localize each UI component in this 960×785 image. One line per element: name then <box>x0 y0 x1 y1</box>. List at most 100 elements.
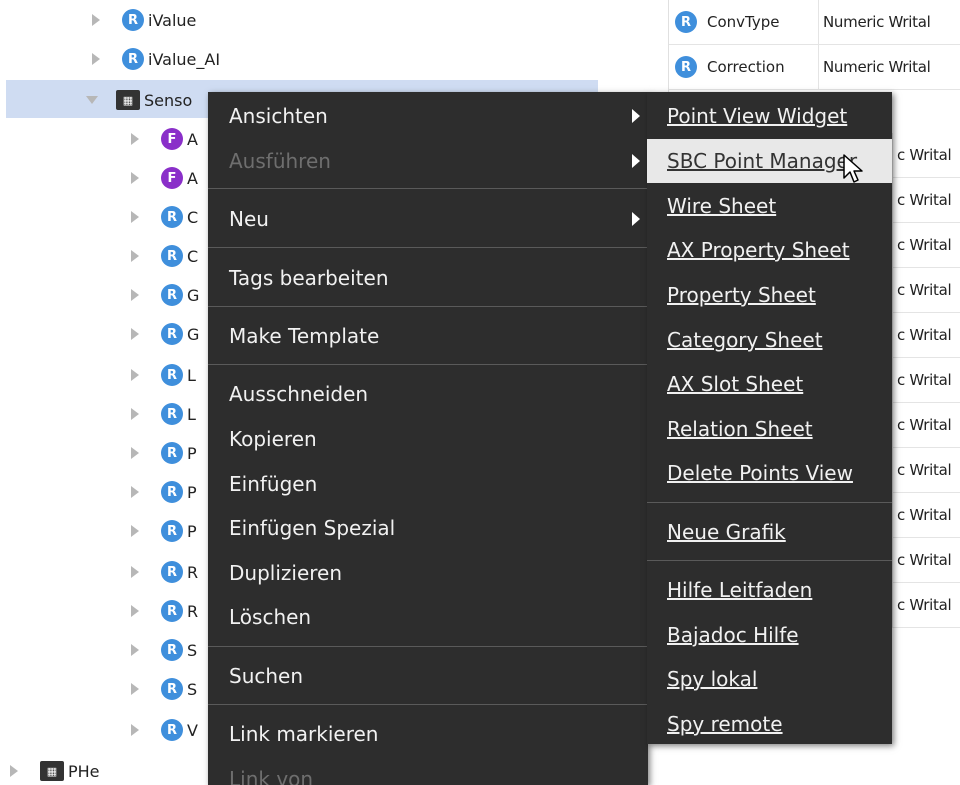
menu-item-relation-sheet[interactable]: Relation Sheet <box>647 407 892 451</box>
menu-item-link-von[interactable]: Link von <box>208 757 648 785</box>
menu-item-kopieren[interactable]: Kopieren <box>208 417 648 461</box>
expand-icon[interactable] <box>131 683 139 695</box>
property-type: c Writal <box>897 281 952 299</box>
tree-node[interactable]: RV <box>131 716 198 744</box>
menu-separator <box>647 560 892 561</box>
menu-item-duplizieren[interactable]: Duplizieren <box>208 551 648 595</box>
menu-separator <box>208 247 648 248</box>
tree-node[interactable]: ▦ PHe <box>10 757 100 785</box>
menu-item-label: Löschen <box>229 605 312 629</box>
menu-item-label: Ausführen <box>229 149 331 173</box>
menu-item-label: Point View Widget <box>667 104 848 128</box>
expand-icon[interactable] <box>10 765 18 777</box>
tree-node[interactable]: RG <box>131 281 199 309</box>
menu-item-delete-points-view[interactable]: Delete Points View <box>647 451 892 495</box>
tree-node[interactable]: FA <box>131 125 198 153</box>
menu-item-neu[interactable]: Neu <box>208 197 648 241</box>
collapse-icon[interactable] <box>86 96 98 104</box>
folder-f-icon: F <box>161 128 183 150</box>
menu-item-ax-property-sheet[interactable]: AX Property Sheet <box>647 228 892 272</box>
point-r-icon: R <box>161 600 183 622</box>
expand-icon[interactable] <box>131 447 139 459</box>
expand-icon[interactable] <box>131 211 139 223</box>
expand-icon[interactable] <box>131 605 139 617</box>
tree-node[interactable]: RL <box>131 361 196 389</box>
expand-icon[interactable] <box>131 566 139 578</box>
tree-node[interactable]: RG <box>131 320 199 348</box>
menu-item-category-sheet[interactable]: Category Sheet <box>647 318 892 362</box>
tree-node-label: V <box>187 720 198 740</box>
menu-item-tags-bearbeiten[interactable]: Tags bearbeiten <box>208 256 648 300</box>
tree-node[interactable]: R iValue_AI <box>92 45 220 73</box>
expand-icon[interactable] <box>131 250 139 262</box>
menu-item-ausfuehren[interactable]: Ausführen <box>208 139 648 183</box>
menu-item-make-template[interactable]: Make Template <box>208 314 648 358</box>
tree-node[interactable]: RC <box>131 242 198 270</box>
point-r-icon: R <box>161 206 183 228</box>
menu-item-link-markieren[interactable]: Link markieren <box>208 712 648 756</box>
tree-node[interactable]: RR <box>131 597 198 625</box>
tree-node-label: P <box>187 443 197 463</box>
menu-item-suchen[interactable]: Suchen <box>208 654 648 698</box>
menu-item-loeschen[interactable]: Löschen <box>208 595 648 639</box>
expand-icon[interactable] <box>131 408 139 420</box>
expand-icon[interactable] <box>131 289 139 301</box>
tree-node-label: C <box>187 246 199 266</box>
menu-item-bajadoc-hilfe[interactable]: Bajadoc Hilfe <box>647 613 892 657</box>
tree-node[interactable]: RP <box>131 517 197 545</box>
expand-icon[interactable] <box>131 369 139 381</box>
menu-item-ansichten[interactable]: Ansichten <box>208 94 648 138</box>
menu-item-property-sheet[interactable]: Property Sheet <box>647 273 892 317</box>
tree-node[interactable]: RP <box>131 439 197 467</box>
menu-separator <box>208 188 648 189</box>
property-type: c Writal <box>897 596 952 614</box>
table-row[interactable]: R ConvType Numeric Writal <box>669 0 960 45</box>
expand-icon[interactable] <box>92 14 100 26</box>
menu-item-ax-slot-sheet[interactable]: AX Slot Sheet <box>647 362 892 406</box>
tree-node[interactable]: R iValue <box>92 6 196 34</box>
menu-item-wire-sheet[interactable]: Wire Sheet <box>647 184 892 228</box>
tree-node[interactable]: RP <box>131 478 197 506</box>
expand-icon[interactable] <box>131 328 139 340</box>
point-r-icon: R <box>161 719 183 741</box>
menu-item-spy-remote[interactable]: Spy remote <box>647 702 892 746</box>
submenu-arrow-icon <box>632 212 640 226</box>
menu-item-neue-grafik[interactable]: Neue Grafik <box>647 510 892 554</box>
tree-node-label: A <box>187 168 198 188</box>
tree-node[interactable]: FA <box>131 164 198 192</box>
point-r-icon: R <box>161 403 183 425</box>
menu-item-label: Kopieren <box>229 427 317 451</box>
expand-icon[interactable] <box>131 172 139 184</box>
menu-item-label: Neu <box>229 207 269 231</box>
menu-item-ausschneiden[interactable]: Ausschneiden <box>208 372 648 416</box>
point-r-icon: R <box>161 561 183 583</box>
menu-item-hilfe-leitfaden[interactable]: Hilfe Leitfaden <box>647 568 892 612</box>
expand-icon[interactable] <box>131 525 139 537</box>
point-r-icon: R <box>161 245 183 267</box>
folder-icon: ▦ <box>116 90 140 110</box>
views-submenu: Point View Widget SBC Point Manager Wire… <box>647 92 892 744</box>
menu-item-einfuegen[interactable]: Einfügen <box>208 462 648 506</box>
menu-item-point-view-widget[interactable]: Point View Widget <box>647 94 892 138</box>
expand-icon[interactable] <box>92 53 100 65</box>
expand-icon[interactable] <box>131 724 139 736</box>
menu-item-label: AX Property Sheet <box>667 238 850 262</box>
menu-item-spy-lokal[interactable]: Spy lokal <box>647 657 892 701</box>
table-row[interactable]: R Correction Numeric Writal <box>669 45 960 90</box>
tree-node[interactable]: RS <box>131 636 197 664</box>
menu-item-label: SBC Point Manager <box>667 149 858 173</box>
context-menu: Ansichten Ausführen Neu Tags bearbeiten … <box>208 92 648 785</box>
tree-node-label: P <box>187 482 197 502</box>
expand-icon[interactable] <box>131 133 139 145</box>
tree-node[interactable]: RS <box>131 675 197 703</box>
menu-item-label: Bajadoc Hilfe <box>667 623 799 647</box>
tree-node[interactable]: RR <box>131 558 198 586</box>
expand-icon[interactable] <box>131 486 139 498</box>
tree-node[interactable]: RC <box>131 203 198 231</box>
menu-item-einfuegen-spezial[interactable]: Einfügen Spezial <box>208 506 648 550</box>
tree-node[interactable]: RL <box>131 400 196 428</box>
menu-item-label: Hilfe Leitfaden <box>667 578 813 602</box>
expand-icon[interactable] <box>131 644 139 656</box>
tree-node-label: R <box>187 601 199 621</box>
tree-node-selected[interactable]: ▦ Senso <box>86 86 192 114</box>
